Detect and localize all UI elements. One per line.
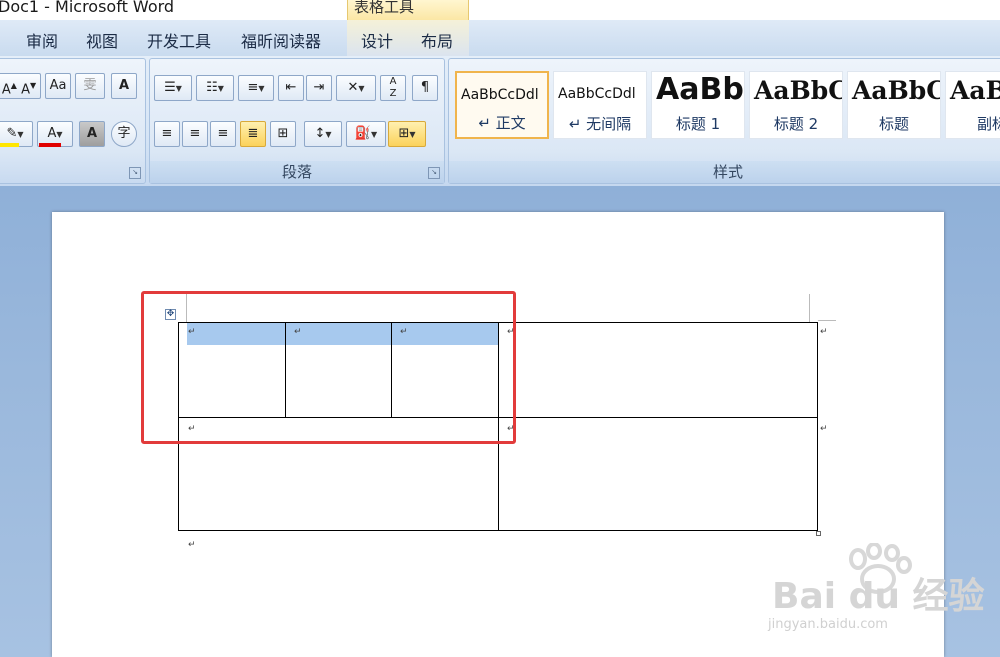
title-bar: Doc1 - Microsoft Word [0,0,1000,20]
phonetic-guide-icon[interactable]: 雯 [75,73,105,99]
line-spacing-button[interactable]: ↕▼ [304,121,342,147]
style-sample: AaBbC [852,76,941,105]
tab-developer[interactable]: 开发工具 [147,28,211,52]
table-tools-header: 表格工具 [347,0,469,22]
shading-button[interactable]: ⛽▼ [346,121,386,147]
baidu-watermark: Bai du 经验 jingyan.baidu.com [760,543,985,643]
align-center-icon[interactable]: ≡ [182,121,208,147]
multilevel-list-button[interactable]: ≡▼ [238,75,274,101]
style-name: 标题 [878,115,909,133]
table-border-right [817,322,818,531]
style-heading-1[interactable]: AaBb 标题 1 [651,71,745,139]
style-name: 标题 1 [675,115,721,133]
styles-group-label: 样式 [449,161,1000,183]
align-right-icon[interactable]: ≡ [210,121,236,147]
style-heading-2[interactable]: AaBbC 标题 2 [749,71,843,139]
styles-group: AaBbCcDdl ↵ 正文 AaBbCcDdl ↵ 无间隔 AaBb 标题 1… [448,58,1000,184]
guide-line [818,320,836,321]
show-marks-icon[interactable]: ¶ [412,75,438,101]
clear-format-icon[interactable]: Aa [45,73,71,99]
tab-view[interactable]: 视图 [86,28,118,52]
annotation-highlight-box [141,291,516,444]
character-shading-icon[interactable]: A [79,121,105,147]
style-no-spacing[interactable]: AaBbCcDdl ↵ 无间隔 [553,71,647,139]
window-title: Doc1 - Microsoft Word [0,0,175,16]
bullets-button[interactable]: ☰▼ [154,75,192,101]
tab-review[interactable]: 审阅 [26,28,58,52]
row-end-mark: ↵ [820,424,828,434]
style-name: ↵ 正文 [478,114,526,132]
decrease-indent-icon[interactable]: ⇤ [278,75,304,101]
table-resize-handle-icon[interactable] [816,531,821,536]
distributed-icon[interactable]: ⊞ [270,121,296,147]
style-name: 副标 [976,115,1000,133]
style-normal[interactable]: AaBbCcDdl ↵ 正文 [455,71,549,139]
table-tools-label: 表格工具 [354,0,415,16]
tab-table-layout[interactable]: 布局 [421,28,453,52]
style-sample: AaBb [656,72,744,107]
style-sample: AaBbCcDdl [461,87,539,103]
tab-foxit-reader[interactable]: 福昕阅读器 [241,28,321,52]
style-sample: AaBbC [754,76,843,105]
style-name: ↵ 无间隔 [568,115,632,133]
tab-table-design[interactable]: 设计 [361,28,393,52]
numbering-button[interactable]: ☷▼ [196,75,234,101]
paragraph-dialog-launcher-icon[interactable]: ↘ [428,167,440,179]
row-end-mark: ↵ [820,327,828,337]
style-sample: AaBbCcDdl [558,86,636,102]
style-sample: AaB [950,76,1000,105]
ribbon: A▲ A▼ Aa 雯 A ✎▼ A▼ A 字 ↘ ☰▼ ☷▼ ≡▼ ⇤ ⇥ ✕▼… [0,56,1000,186]
highlight-color-swatch [0,143,19,147]
paragraph-group: ☰▼ ☷▼ ≡▼ ⇤ ⇥ ✕▼ AZ ¶ ≡ ≡ ≡ ≣ ⊞ ↕▼ ⛽▼ ⊞▼ … [149,58,445,184]
sort-icon[interactable]: AZ [380,75,406,101]
watermark-url: jingyan.baidu.com [768,617,888,632]
enclose-characters-icon[interactable]: 字 [111,121,137,147]
borders-button[interactable]: ⊞▼ [388,121,426,147]
font-group: A▲ A▼ Aa 雯 A ✎▼ A▼ A 字 ↘ [0,58,146,184]
style-subtitle[interactable]: AaB 副标 [945,71,1000,139]
align-left-icon[interactable]: ≡ [154,121,180,147]
paragraph-group-label: 段落 [150,161,444,183]
chinese-layout-button[interactable]: ✕▼ [336,75,376,101]
increase-indent-icon[interactable]: ⇥ [306,75,332,101]
font-size-grow-shrink-button[interactable]: A▲ A▼ [0,73,41,99]
font-dialog-launcher-icon[interactable]: ↘ [129,167,141,179]
justify-icon[interactable]: ≣ [240,121,266,147]
paragraph-mark: ↵ [188,540,196,550]
guide-line [809,294,810,322]
style-name: 标题 2 [773,115,819,133]
watermark-text: Bai du 经验 [772,576,985,617]
character-border-icon[interactable]: A [111,73,137,99]
font-color-swatch [39,143,61,147]
style-title[interactable]: AaBbC 标题 [847,71,941,139]
